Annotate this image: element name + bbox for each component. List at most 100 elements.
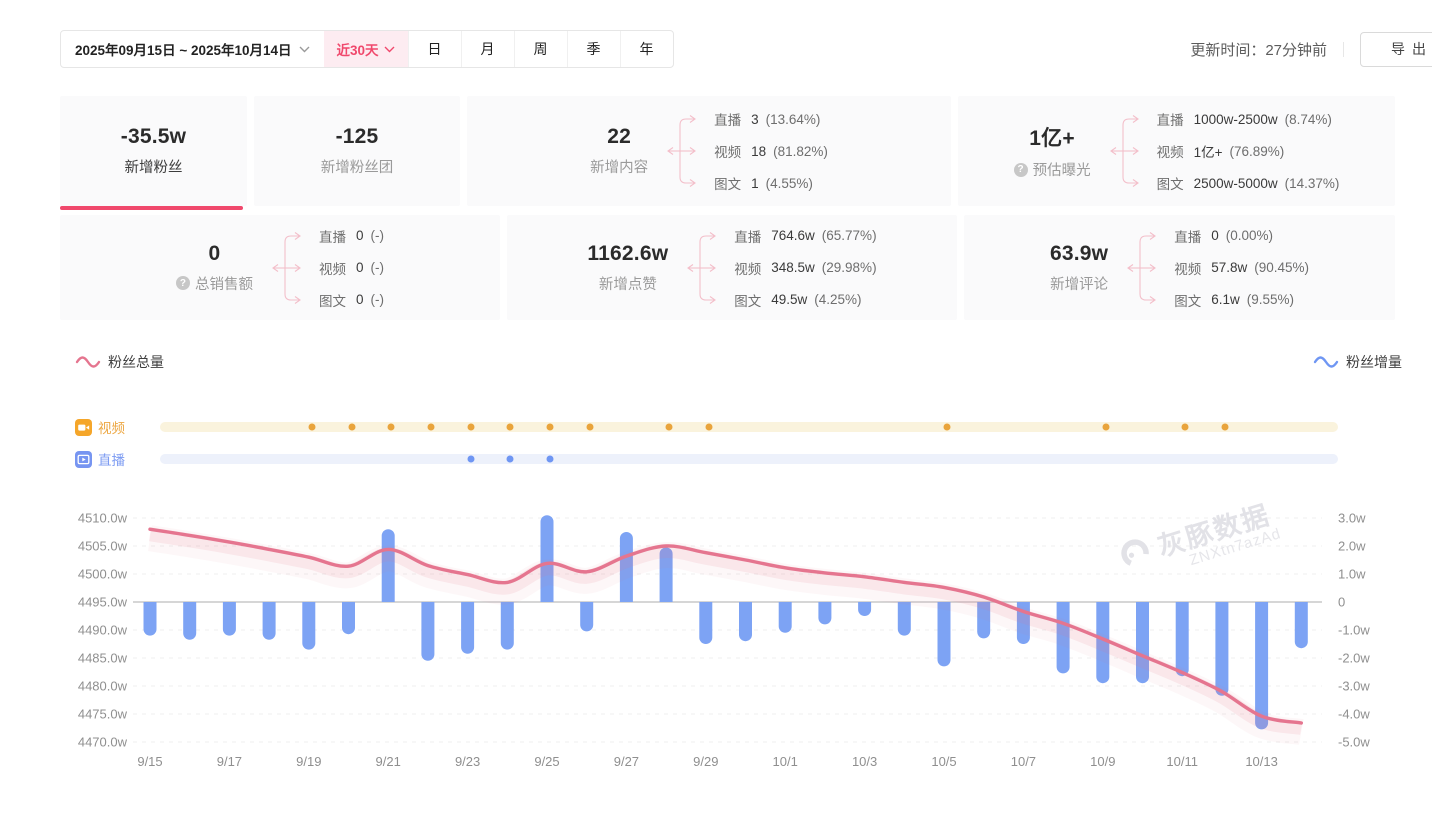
stat-card-estimated-exposure[interactable]: 1亿+ ?预估曝光 直播1000w-2500w(8.74%) 视频1亿+(76.…: [958, 96, 1395, 206]
left-axis-tick: 4475.0w: [78, 707, 128, 722]
stat-label: 新增内容: [590, 156, 648, 177]
视频-dot-10/5[interactable]: [944, 424, 951, 431]
stat-card-new-fanclub[interactable]: -125 新增粉丝团: [254, 96, 460, 206]
视频-dot-9/24[interactable]: [507, 424, 514, 431]
fans-trend-plot[interactable]: 4510.0w3.0w4505.0w2.0w4500.0w1.0w4495.0w…: [0, 488, 1432, 790]
legend-label: 粉丝总量: [108, 352, 164, 372]
视频-dot-9/20[interactable]: [348, 424, 355, 431]
stat-main: -125 新增粉丝团: [321, 125, 394, 177]
breakdown-connector: [664, 109, 698, 193]
bar-9/15[interactable]: [144, 602, 157, 636]
视频-dot-9/29[interactable]: [705, 424, 712, 431]
tab-month[interactable]: 月: [461, 31, 514, 67]
x-axis-tick: 9/27: [614, 754, 639, 769]
bar-10/11[interactable]: [1176, 602, 1189, 676]
视频-dot-10/9[interactable]: [1102, 424, 1109, 431]
breakdown-row: 直播764.6w(65.77%): [734, 223, 876, 249]
x-axis-tick: 10/9: [1090, 754, 1115, 769]
bar-9/26[interactable]: [580, 602, 593, 631]
stat-card-total-sales[interactable]: 0 ? 总销售额 直播0(-) 视频0(-) 图文0(-): [60, 215, 500, 320]
breakdown-row: 直播3(13.64%): [714, 106, 828, 132]
left-axis-tick: 4505.0w: [78, 539, 128, 554]
视频-dot-9/23[interactable]: [467, 424, 474, 431]
stat-value: 63.9w: [1050, 242, 1108, 266]
直播-dot-9/23[interactable]: [467, 456, 474, 463]
export-button[interactable]: 导出: [1360, 32, 1432, 67]
bar-10/5[interactable]: [938, 602, 951, 666]
stats-row-1: -35.5w 新增粉丝 -125 新增粉丝团 22 新增内容: [60, 96, 1395, 206]
bar-10/3[interactable]: [858, 602, 871, 616]
date-range-picker[interactable]: 2025年09月15日 ~ 2025年10月14日: [61, 31, 324, 67]
stat-card-new-likes[interactable]: 1162.6w 新增点赞 直播764.6w(65.77%) 视频348.5w(2…: [507, 215, 957, 320]
help-icon[interactable]: ?: [1014, 163, 1028, 177]
stat-card-new-fans[interactable]: -35.5w 新增粉丝: [60, 96, 247, 206]
stat-value: 1162.6w: [587, 242, 668, 266]
breakdown-connector: [269, 226, 303, 310]
stat-label: 新增点赞: [599, 273, 657, 294]
stat-card-new-content[interactable]: 22 新增内容 直播3(13.64%) 视频18(81.82%) 图文1(4.5…: [467, 96, 951, 206]
tab-day[interactable]: 日: [408, 31, 461, 67]
bar-9/30[interactable]: [739, 602, 752, 641]
fans-delta-bars[interactable]: [144, 515, 1308, 729]
bar-10/14[interactable]: [1295, 602, 1308, 648]
right-axis-tick: 3.0w: [1338, 511, 1366, 526]
视频-dot-9/19[interactable]: [308, 424, 315, 431]
bar-9/22[interactable]: [421, 602, 434, 661]
chevron-down-icon: [299, 46, 310, 53]
bar-9/17[interactable]: [223, 602, 236, 636]
breakdown-row: 图文0(-): [319, 287, 384, 313]
stat-breakdown: 直播0(-) 视频0(-) 图文0(-): [319, 223, 384, 313]
bar-10/12[interactable]: [1215, 602, 1228, 696]
tab-week[interactable]: 周: [514, 31, 567, 67]
divider: [1343, 42, 1344, 57]
bar-10/4[interactable]: [898, 602, 911, 636]
tab-quarter[interactable]: 季: [567, 31, 620, 67]
bar-9/16[interactable]: [183, 602, 196, 640]
stat-value: -125: [321, 125, 394, 149]
legend-fans-delta[interactable]: 粉丝增量: [1313, 352, 1402, 372]
bar-9/19[interactable]: [302, 602, 315, 650]
help-icon[interactable]: ?: [176, 276, 190, 290]
right-axis-tick: -2.0w: [1338, 651, 1370, 666]
x-axis-tick: 9/25: [534, 754, 559, 769]
stat-value: 0: [176, 242, 253, 266]
stat-card-new-comments[interactable]: 63.9w 新增评论 直播0(0.00%) 视频57.8w(90.45%) 图文…: [964, 215, 1395, 320]
视频-dot-9/25[interactable]: [547, 424, 554, 431]
视频-dot-9/22[interactable]: [427, 424, 434, 431]
bar-9/18[interactable]: [263, 602, 276, 640]
bar-10/2[interactable]: [818, 602, 831, 624]
breakdown-connector: [684, 226, 718, 310]
视频-dot-10/11[interactable]: [1182, 424, 1189, 431]
left-axis-tick: 4480.0w: [78, 679, 128, 694]
stat-main: 1162.6w 新增点赞: [587, 242, 668, 294]
bar-9/23[interactable]: [461, 602, 474, 654]
line-glow-inner: [150, 534, 1301, 728]
视频-dot-10/12[interactable]: [1221, 424, 1228, 431]
right-axis-tick: -3.0w: [1338, 679, 1370, 694]
legend-fans-total[interactable]: 粉丝总量: [75, 352, 164, 372]
stat-label: 总销售额: [195, 273, 253, 294]
视频-dot-9/28[interactable]: [666, 424, 673, 431]
stat-value: 22: [590, 125, 648, 149]
quick-range-last30days[interactable]: 近30天: [324, 31, 408, 67]
live-track: [160, 454, 1338, 464]
直播-dot-9/25[interactable]: [547, 456, 554, 463]
bar-9/29[interactable]: [699, 602, 712, 644]
bar-9/20[interactable]: [342, 602, 355, 634]
chevron-down-icon: [384, 46, 395, 53]
直播-dot-9/24[interactable]: [507, 456, 514, 463]
right-axis-tick: -5.0w: [1338, 735, 1370, 750]
bar-10/1[interactable]: [779, 602, 792, 633]
x-axis-tick: 10/13: [1245, 754, 1278, 769]
stat-breakdown: 直播1000w-2500w(8.74%) 视频1亿+(76.89%) 图文250…: [1157, 106, 1340, 196]
视频-dot-9/21[interactable]: [388, 424, 395, 431]
tab-year[interactable]: 年: [620, 31, 673, 67]
stat-value: 1亿+: [1014, 122, 1091, 152]
date-range-text: 2025年09月15日 ~ 2025年10月14日: [75, 39, 292, 59]
视频-dot-9/26[interactable]: [586, 424, 593, 431]
x-axis-tick: 10/11: [1166, 754, 1198, 769]
sine-wave-pink-icon: [75, 355, 101, 369]
bar-9/25[interactable]: [541, 515, 554, 602]
stat-main: 63.9w 新增评论: [1050, 242, 1108, 294]
bar-9/24[interactable]: [501, 602, 514, 650]
